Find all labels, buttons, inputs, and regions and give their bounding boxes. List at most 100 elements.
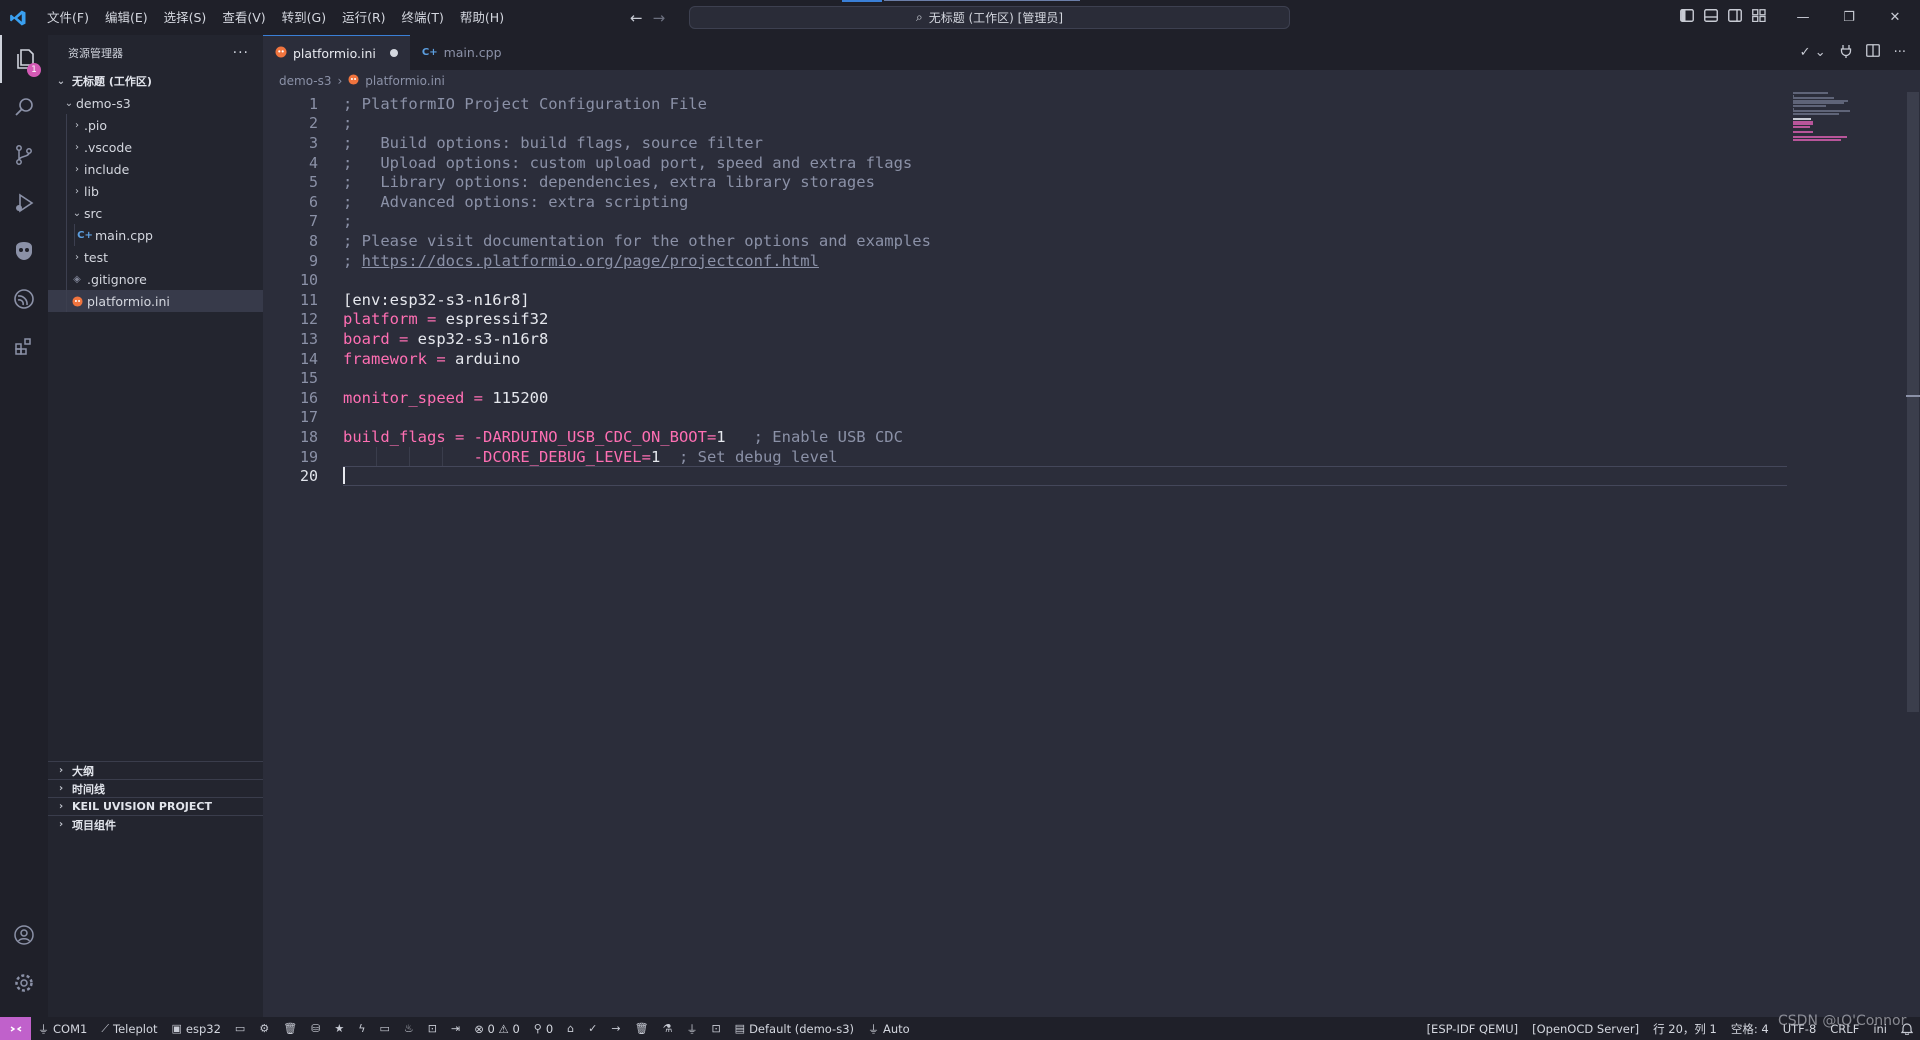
status-item[interactable]: ♨ — [397, 1017, 421, 1040]
token-link[interactable]: https://docs.platformio.org/page/project… — [362, 252, 819, 270]
status-item[interactable]: [ESP-IDF QEMU] — [1420, 1017, 1526, 1040]
status-item[interactable]: 空格: 4 — [1724, 1017, 1776, 1040]
forward-arrow-icon[interactable]: → — [653, 9, 666, 27]
status-item[interactable]: ⏚ Auto — [861, 1017, 917, 1040]
indent-guide — [66, 180, 67, 202]
status-item[interactable]: ★ — [327, 1017, 351, 1040]
toggle-primary-sidebar-icon[interactable] — [1680, 9, 1694, 26]
menu-item[interactable]: 文件(F) — [39, 0, 97, 35]
status-item[interactable]: ⏚ — [679, 1017, 704, 1040]
accounts-icon[interactable] — [0, 911, 48, 959]
status-item[interactable]: ⊡ — [704, 1017, 727, 1040]
tree-item[interactable]: ⌄ demo-s3 — [48, 92, 263, 114]
indent-guide — [66, 224, 67, 246]
menu-item[interactable]: 运行(R) — [334, 0, 393, 35]
customize-layout-icon[interactable] — [1752, 9, 1766, 26]
minimap-line — [1793, 112, 1839, 115]
status-item[interactable]: ⛁ — [304, 1017, 327, 1040]
tree-item[interactable]: › .pio — [48, 114, 263, 136]
status-item[interactable]: ⟋ Teleplot — [94, 1017, 164, 1040]
tab-main-cpp[interactable]: C+ main.cpp — [410, 35, 514, 70]
menu-item[interactable]: 转到(G) — [274, 0, 334, 35]
unsaved-dot-icon[interactable] — [389, 49, 398, 57]
minimap[interactable] — [1793, 92, 1883, 152]
status-item[interactable]: ⚲ 0 — [527, 1017, 560, 1040]
tree-item[interactable]: › .vscode — [48, 136, 263, 158]
restore-icon[interactable]: ❐ — [1826, 0, 1872, 35]
toggle-secondary-sidebar-icon[interactable] — [1728, 9, 1742, 26]
vertical-scrollbar-thumb[interactable] — [1907, 92, 1919, 712]
more-actions-icon[interactable]: ··· — [233, 45, 249, 61]
status-item[interactable]: 🗑 — [628, 1017, 656, 1040]
status-item[interactable]: ⊗ 0 ⚠ 0 — [467, 1017, 527, 1040]
menu-item[interactable]: 选择(S) — [156, 0, 215, 35]
sidebar-section[interactable]: › 时间线 — [48, 779, 263, 797]
chevron-right-icon: › — [58, 819, 64, 830]
status-item[interactable]: ⚗ — [656, 1017, 680, 1040]
split-editor-icon[interactable] — [1865, 44, 1880, 61]
menu-item[interactable]: 查看(V) — [214, 0, 273, 35]
toggle-panel-icon[interactable] — [1704, 9, 1718, 26]
explorer-icon[interactable]: 1 — [0, 35, 48, 83]
sidebar-section[interactable]: › 项目组件 — [48, 815, 263, 833]
status-item[interactable]: ✓ — [581, 1017, 604, 1040]
menu-item[interactable]: 帮助(H) — [452, 0, 512, 35]
tree-item[interactable]: ⌄ src — [48, 202, 263, 224]
status-item[interactable]: ⚙ — [252, 1017, 276, 1040]
menu-item[interactable]: 编辑(E) — [97, 0, 156, 35]
source-control-icon[interactable] — [0, 131, 48, 179]
database-icon: ⛁ — [311, 1022, 321, 1035]
manage-gear-icon[interactable] — [0, 959, 48, 1007]
more-actions-icon[interactable]: ··· — [1894, 45, 1906, 60]
tree-item-label: .gitignore — [87, 271, 147, 287]
code-editor[interactable]: 1 ; PlatformIO Project Configuration File… — [263, 92, 1920, 1017]
status-item[interactable]: ▭ — [373, 1017, 397, 1040]
tree-item[interactable]: ◈ .gitignore — [48, 268, 263, 290]
status-item[interactable]: [OpenOCD Server] — [1525, 1017, 1646, 1040]
tree-item[interactable]: platformio.ini — [48, 290, 263, 312]
status-item[interactable]: ϟ — [351, 1017, 372, 1040]
token-comment: ; — [343, 212, 353, 231]
close-icon[interactable]: ✕ — [1872, 0, 1918, 35]
status-item[interactable]: 行 20，列 1 — [1646, 1017, 1724, 1040]
tree-item[interactable]: C+ main.cpp — [48, 224, 263, 246]
status-item[interactable]: ⊡ — [421, 1017, 444, 1040]
status-item[interactable]: ⇥ — [444, 1017, 467, 1040]
plug-icon[interactable] — [1840, 44, 1852, 62]
token-flag: -DCORE_DEBUG_LEVEL= — [473, 447, 651, 466]
tree-item[interactable]: › include — [48, 158, 263, 180]
tab-platformio-ini[interactable]: platformio.ini — [263, 35, 410, 70]
status-item[interactable]: ▭ — [228, 1017, 252, 1040]
token-comment: ; — [343, 114, 353, 133]
line-number: 4 — [308, 153, 318, 172]
menu-item[interactable]: 终端(T) — [394, 0, 452, 35]
command-center[interactable]: ⌕ 无标题 (工作区) [管理员] — [689, 6, 1290, 29]
run-debug-icon[interactable] — [0, 179, 48, 227]
platformio-icon[interactable] — [0, 227, 48, 275]
check-dropdown-icon[interactable]: ✓ ⌄ — [1800, 45, 1826, 60]
tree-item[interactable]: › lib — [48, 180, 263, 202]
breadcrumb-folder[interactable]: demo-s3 — [279, 74, 331, 88]
search-icon[interactable] — [0, 83, 48, 131]
workspace-header[interactable]: ⌄ 无标题 (工作区) — [48, 70, 263, 92]
tree-item[interactable]: › test — [48, 246, 263, 268]
breadcrumb-file[interactable]: platformio.ini — [365, 74, 445, 88]
sidebar-section[interactable]: › KEIL UVISION PROJECT — [48, 797, 263, 815]
status-item[interactable]: 🗑 — [276, 1017, 304, 1040]
extensions-icon[interactable] — [0, 323, 48, 371]
remote-indicator-icon[interactable] — [0, 1017, 31, 1040]
back-arrow-icon[interactable]: ← — [630, 9, 643, 27]
status-item[interactable]: ▤ Default (demo-s3) — [728, 1017, 861, 1040]
status-item-label: COM1 — [53, 1021, 88, 1036]
status-item[interactable]: ⌂ — [560, 1017, 581, 1040]
esp-idf-icon[interactable] — [0, 275, 48, 323]
minimize-icon[interactable]: — — [1780, 0, 1826, 35]
status-item-label: 0 — [545, 1021, 554, 1036]
tree-item-label: demo-s3 — [76, 95, 131, 111]
status-item-label: Default (demo-s3) — [749, 1021, 854, 1036]
tree-item-label: include — [84, 161, 130, 177]
status-item[interactable]: → — [604, 1017, 627, 1040]
status-item[interactable]: ⏚ COM1 — [31, 1017, 94, 1040]
sidebar-section[interactable]: › 大纲 — [48, 761, 263, 779]
status-item[interactable]: ▣ esp32 — [165, 1017, 228, 1040]
